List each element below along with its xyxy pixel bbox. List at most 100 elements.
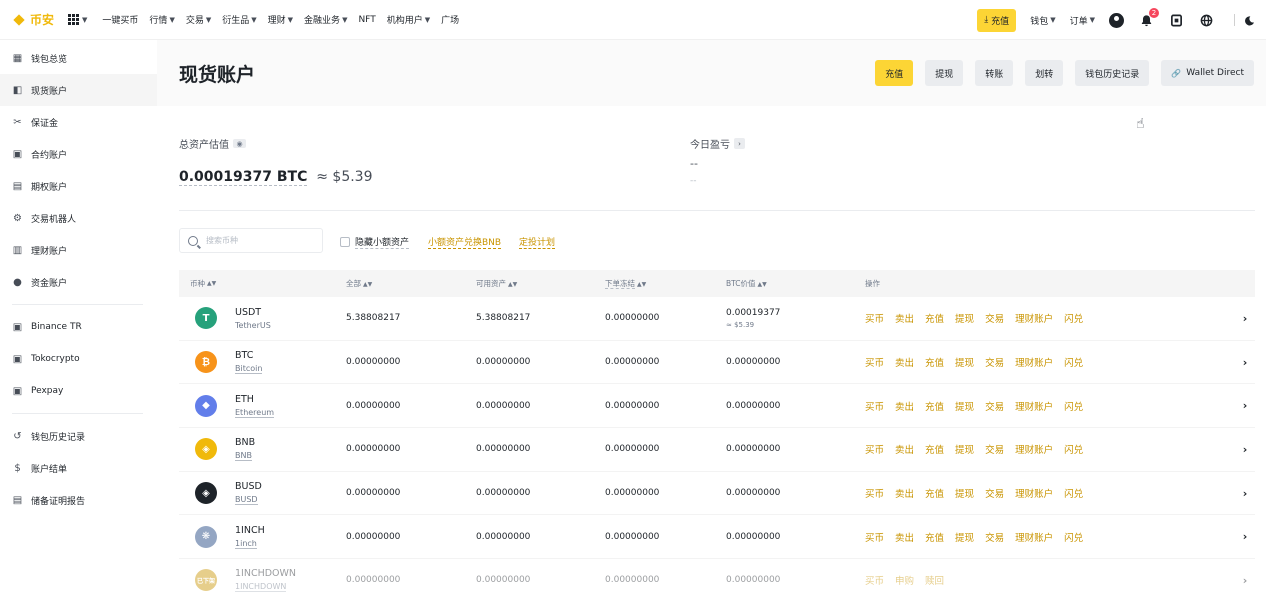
op-link[interactable]: 提现 <box>955 530 974 544</box>
op-link[interactable]: 闪兑 <box>1064 530 1083 544</box>
coin-name[interactable]: BUSD <box>235 495 258 506</box>
nav-item[interactable]: 一键买币 <box>102 13 138 26</box>
nav-item[interactable]: 交易 ▼ <box>186 13 211 27</box>
op-link[interactable]: 闪兑 <box>1064 442 1083 456</box>
coin-name[interactable]: Ethereum <box>235 408 275 418</box>
op-link[interactable]: 充值 <box>925 399 944 413</box>
op-link[interactable]: 理财账户 <box>1015 442 1053 456</box>
chevron-right-icon[interactable]: › <box>1235 356 1255 369</box>
sidebar-external-item[interactable]: ▣ Binance TR <box>0 311 157 343</box>
sidebar-external-item[interactable]: ▣ Pexpay <box>0 375 157 407</box>
op-link[interactable]: 卖出 <box>895 486 914 500</box>
op-link[interactable]: 充值 <box>925 486 944 500</box>
action-button[interactable]: 转账 <box>975 60 1014 86</box>
header-coin[interactable]: 币种 ▲▼ <box>179 278 346 289</box>
coin-search-input[interactable] <box>206 236 306 245</box>
coin-name[interactable]: BNB <box>235 451 252 462</box>
op-link[interactable]: 交易 <box>985 486 1004 500</box>
notification-bell-icon[interactable]: 2 <box>1138 8 1159 28</box>
sidebar-item[interactable]: ● 资金账户 <box>0 266 157 298</box>
coin-name[interactable]: Bitcoin <box>235 364 263 375</box>
op-link[interactable]: 交易 <box>985 355 1004 369</box>
sidebar-item[interactable]: ▤ 期权账户 <box>0 170 157 202</box>
chevron-right-icon[interactable]: › <box>1235 399 1255 412</box>
action-button[interactable]: 提现 <box>925 60 964 86</box>
op-link[interactable]: 买币 <box>865 355 884 369</box>
op-link[interactable]: 充值 <box>925 442 944 456</box>
op-link[interactable]: 卖出 <box>895 530 914 544</box>
coin-name[interactable]: 1INCHDOWN <box>235 582 287 592</box>
action-button[interactable]: 充值 <box>875 60 914 86</box>
op-link[interactable]: 买币 <box>865 399 884 413</box>
chevron-right-icon[interactable]: › <box>1235 312 1255 325</box>
op-link[interactable]: 提现 <box>955 355 974 369</box>
sidebar-item[interactable]: ✂ 保证金 <box>0 106 157 138</box>
op-link[interactable]: 理财账户 <box>1015 355 1053 369</box>
op-link[interactable]: 理财账户 <box>1015 399 1053 413</box>
sidebar-bottom-item[interactable]: ↺ 钱包历史记录 <box>0 420 157 452</box>
binance-logo[interactable]: 币安 <box>12 11 54 28</box>
nav-item[interactable]: 机构用户 ▼ <box>387 13 430 27</box>
action-button[interactable]: 🔗 Wallet Direct <box>1161 60 1254 86</box>
op-link[interactable]: 充值 <box>925 530 944 544</box>
sidebar-bottom-item[interactable]: $ 账户结单 <box>0 452 157 484</box>
header-btc-value[interactable]: BTC价值 ▲▼ <box>726 278 865 289</box>
sidebar-item[interactable]: ◧ 现货账户 <box>0 74 157 106</box>
sidebar-item[interactable]: ▥ 理财账户 <box>0 234 157 266</box>
op-link[interactable]: 提现 <box>955 311 974 325</box>
op-link[interactable]: 卖出 <box>895 399 914 413</box>
op-link[interactable]: 闪兑 <box>1064 311 1083 325</box>
convert-to-bnb-link[interactable]: 小额资产兑换BNB <box>428 235 502 249</box>
op-link[interactable]: 提现 <box>955 399 974 413</box>
chevron-right-icon[interactable]: › <box>1235 443 1255 456</box>
op-link[interactable]: 交易 <box>985 530 1004 544</box>
header-available[interactable]: 可用资产 ▲▼ <box>476 278 605 289</box>
op-link[interactable]: 充值 <box>925 311 944 325</box>
op-link[interactable]: 卖出 <box>895 355 914 369</box>
chevron-right-icon[interactable]: › <box>1235 487 1255 500</box>
op-link[interactable]: 卖出 <box>895 311 914 325</box>
coin-search[interactable] <box>179 228 323 253</box>
sidebar-external-item[interactable]: ▣ Tokocrypto <box>0 343 157 375</box>
action-button[interactable]: 划转 <box>1025 60 1064 86</box>
coin-name[interactable]: 1inch <box>235 539 257 549</box>
op-link[interactable]: 买币 <box>865 530 884 544</box>
wallet-menu[interactable]: 钱包 ▼ <box>1030 14 1055 27</box>
language-globe-icon[interactable] <box>1198 12 1214 28</box>
apps-grid-icon[interactable] <box>68 13 80 26</box>
op-link[interactable]: 买币 <box>865 311 884 325</box>
nav-item[interactable]: 金融业务 ▼ <box>304 13 347 27</box>
orders-menu[interactable]: 订单 ▼ <box>1070 14 1095 27</box>
op-link[interactable]: 理财账户 <box>1015 311 1053 325</box>
header-total[interactable]: 全部 ▲▼ <box>346 278 476 289</box>
download-app-icon[interactable] <box>1168 12 1184 28</box>
nav-item[interactable]: NFT <box>358 15 375 25</box>
nav-item[interactable]: 衍生品 ▼ <box>222 13 256 27</box>
nav-item[interactable]: 行情 ▼ <box>149 13 174 27</box>
op-link[interactable]: 交易 <box>985 311 1004 325</box>
top-deposit-button[interactable]: ⤓ 充值 <box>977 8 1017 32</box>
op-link[interactable]: 提现 <box>955 442 974 456</box>
op-link[interactable]: 申购 <box>895 573 914 587</box>
op-link[interactable]: 买币 <box>865 573 884 587</box>
auto-invest-link[interactable]: 定投计划 <box>519 235 556 249</box>
hide-small-assets[interactable]: 隐藏小额资产 <box>340 235 410 249</box>
op-link[interactable]: 买币 <box>865 442 884 456</box>
action-button[interactable]: 钱包历史记录 <box>1075 60 1150 86</box>
sidebar-bottom-item[interactable]: ▤ 储备证明报告 <box>0 484 157 516</box>
op-link[interactable]: 闪兑 <box>1064 399 1083 413</box>
chevron-right-icon[interactable]: › <box>1235 574 1255 587</box>
theme-moon-icon[interactable] <box>1240 12 1256 28</box>
op-link[interactable]: 充值 <box>925 355 944 369</box>
op-link[interactable]: 赎回 <box>925 573 944 587</box>
estimated-btc[interactable]: 0.00019377 BTC <box>179 169 308 186</box>
nav-item[interactable]: 广场 <box>441 13 459 26</box>
op-link[interactable]: 理财账户 <box>1015 530 1053 544</box>
chevron-right-icon[interactable]: › <box>1235 530 1255 543</box>
hide-small-checkbox[interactable] <box>340 237 350 247</box>
op-link[interactable]: 闪兑 <box>1064 486 1083 500</box>
op-link[interactable]: 买币 <box>865 486 884 500</box>
sidebar-item[interactable]: ▣ 合约账户 <box>0 138 157 170</box>
header-in-order[interactable]: 下单冻结 ▲▼ <box>605 278 726 289</box>
op-link[interactable]: 闪兑 <box>1064 355 1083 369</box>
